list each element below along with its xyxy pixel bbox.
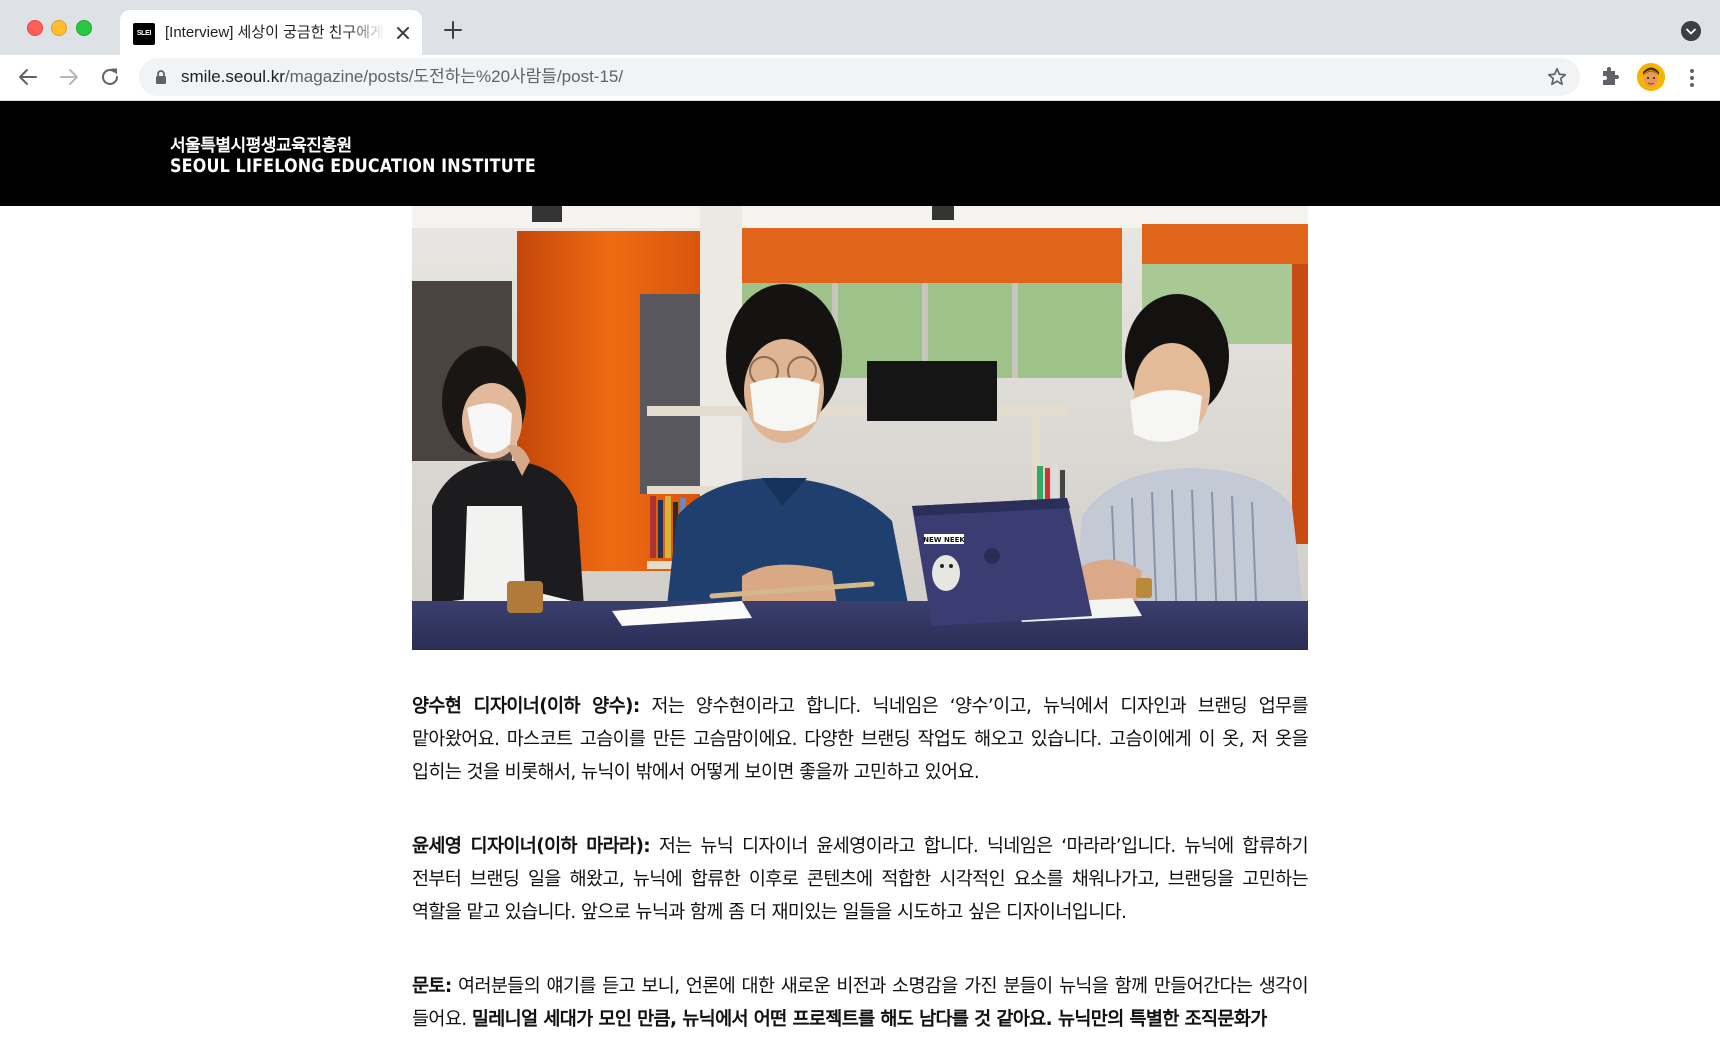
site-logo-english[interactable]: SEOUL LIFELONG EDUCATION INSTITUTE [170,155,536,177]
reload-icon[interactable] [98,65,122,89]
site-header: 서울특별시평생교육진흥원 SEOUL LIFELONG EDUCATION IN… [0,101,1720,206]
interview-photo-illustration: NEW NEEK [412,206,1308,650]
forward-icon[interactable] [57,65,81,89]
url-path: /magazine/posts/도전하는%20사람들/post-15/ [284,67,624,86]
laptop-sticker-text: NEW NEEK [923,536,965,544]
interview-paragraph-1: 양수현 디자이너(이하 양수): 저는 양수현이라고 합니다. 닉네임은 ‘양수… [412,690,1309,789]
interview-paragraph-2: 윤세영 디자이너(이하 마라라): 저는 뉴닉 디자이너 윤세영이라고 합니다.… [412,830,1309,929]
tab-search-icon[interactable] [1681,21,1701,41]
site-favicon-icon: SLEI [133,23,155,45]
minimize-window-button[interactable] [51,20,67,36]
maximize-window-button[interactable] [76,20,92,36]
browser-tab-active[interactable]: SLEI [Interview] 세상이 궁금한 친구에게 [120,10,422,55]
menu-icon[interactable] [1682,66,1702,90]
avatar-face-icon [1637,63,1665,91]
site-logo-korean[interactable]: 서울특별시평생교육진흥원 [170,131,352,156]
lock-icon[interactable] [153,69,169,85]
close-tab-icon[interactable] [393,23,413,43]
url-host: smile.seoul.kr [181,67,285,86]
url-text[interactable]: smile.seoul.kr/magazine/posts/도전하는%20사람들… [181,58,623,96]
tab-title: [Interview] 세상이 궁금한 친구에게 [165,24,384,41]
back-icon[interactable] [16,65,40,89]
extensions-icon[interactable] [1598,66,1622,90]
speaker-label: 양수현 디자이너(이하 양수): [412,696,640,717]
interview-photo: NEW NEEK [412,206,1308,650]
browser-tab-strip: SLEI [Interview] 세상이 궁금한 친구에게 [0,0,1720,55]
interview-paragraph-3: 문토: 여러분들의 얘기를 듣고 보니, 언론에 대한 새로운 비전과 소명감을… [412,970,1309,1036]
speaker-label: 윤세영 디자이너(이하 마라라): [412,836,651,857]
address-bar[interactable]: smile.seoul.kr/magazine/posts/도전하는%20사람들… [139,58,1580,96]
profile-avatar[interactable] [1637,63,1665,91]
article-body: 양수현 디자이너(이하 양수): 저는 양수현이라고 합니다. 닉네임은 ‘양수… [412,690,1309,1043]
browser-toolbar: smile.seoul.kr/magazine/posts/도전하는%20사람들… [0,55,1720,101]
star-icon[interactable] [1546,66,1568,88]
emphasized-text: 밀레니얼 세대가 모인 만큼, 뉴닉에서 어떤 프로젝트를 해도 남다를 것 같… [471,1009,1267,1030]
close-window-button[interactable] [27,20,43,36]
new-tab-icon[interactable] [442,19,464,41]
speaker-label: 문토: [412,976,452,997]
